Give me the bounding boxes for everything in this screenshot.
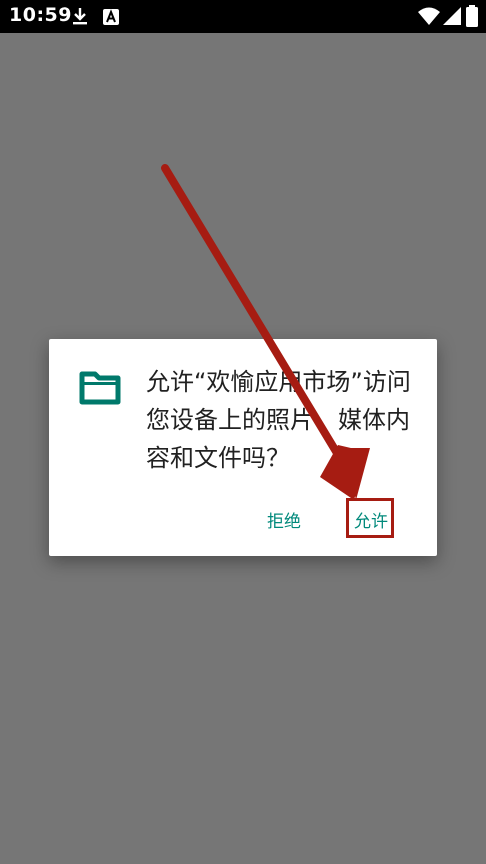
annotation-arrow <box>161 164 370 500</box>
